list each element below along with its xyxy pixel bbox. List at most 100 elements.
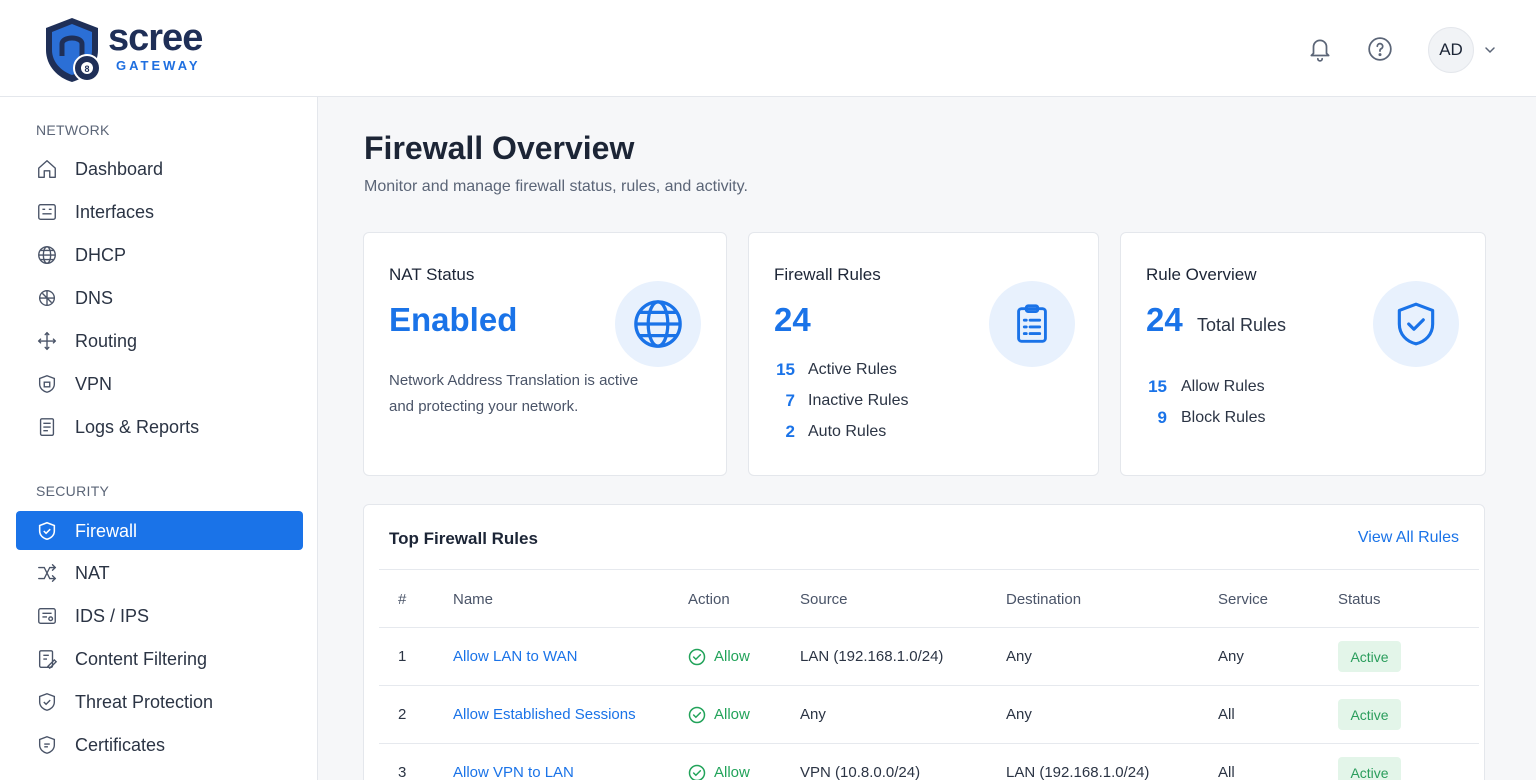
column-header-name[interactable]: Name	[453, 591, 493, 608]
column-header-source[interactable]: Source	[800, 591, 848, 608]
auto-rules-label: Auto Rules	[808, 423, 887, 440]
action-allow: Allow	[714, 764, 750, 780]
status-badge: Active	[1338, 641, 1401, 672]
sidebar-item-dhcp[interactable]: DHCP	[16, 235, 303, 274]
sidebar-item-label: Logs & Reports	[75, 417, 200, 437]
sidebar-item-label: Certificates	[75, 735, 166, 755]
page-subtitle: Monitor and manage firewall status, rule…	[364, 178, 748, 195]
rule-source: LAN (192.168.1.0/24)	[800, 648, 944, 665]
column-header-action[interactable]: Action	[688, 591, 730, 608]
check-circle-icon	[688, 706, 706, 724]
rule-service: All	[1218, 764, 1235, 780]
card-title: Firewall Rules	[774, 265, 881, 284]
active-rules-count: 15	[776, 360, 795, 379]
section-label-security: SECURITY	[36, 483, 110, 499]
rule-name-link[interactable]: Allow LAN to WAN	[453, 648, 577, 665]
document-icon	[39, 418, 55, 436]
allow-rules-count: 15	[1148, 377, 1167, 396]
user-avatar[interactable]: AD	[1428, 27, 1474, 73]
action-allow: Allow	[714, 706, 750, 723]
inactive-rules-label: Inactive Rules	[808, 392, 909, 409]
card-title: NAT Status	[389, 265, 475, 284]
sidebar-item-label: Dashboard	[75, 159, 164, 179]
brand-name: scree	[108, 17, 203, 59]
sidebar-item-dns[interactable]: DNS	[16, 278, 303, 317]
clipboard-icon	[1017, 304, 1047, 343]
nat-icon	[38, 564, 57, 582]
block-rules-count: 9	[1157, 408, 1167, 427]
total-rules-label: Total Rules	[1197, 315, 1287, 335]
ids-icon	[38, 607, 56, 625]
sidebar-item-label: Interfaces	[75, 202, 155, 222]
rule-destination: Any	[1006, 706, 1032, 723]
rule-overview-card: Rule Overview 24 Total Rules 15 Allow Ru…	[1120, 232, 1486, 476]
home-icon	[38, 160, 56, 178]
rule-destination: LAN (192.168.1.0/24)	[1006, 764, 1150, 780]
divider	[379, 569, 1479, 570]
sidebar: NETWORK Dashboard Interfaces DHCP DNS Ro…	[0, 97, 318, 780]
sidebar-item-certificates[interactable]: Certificates	[16, 725, 303, 764]
sidebar-item-label: IDS / IPS	[75, 606, 150, 626]
svg-text:8: 8	[84, 64, 89, 74]
top-firewall-rules-card: Top Firewall Rules View All Rules # Name…	[363, 504, 1485, 780]
sidebar-item-label: DHCP	[75, 245, 127, 265]
logo-shield-icon: 8	[46, 18, 101, 82]
column-header-number[interactable]: #	[398, 591, 406, 608]
sidebar-item-logs-reports[interactable]: Logs & Reports	[16, 407, 303, 446]
sidebar-item-firewall[interactable]: Firewall	[16, 511, 303, 550]
shield-check-icon	[38, 693, 56, 711]
help-icon[interactable]	[1367, 36, 1393, 62]
clipboard-icon-bubble	[989, 281, 1075, 367]
row-number: 1	[398, 648, 407, 665]
sidebar-item-dashboard[interactable]: Dashboard	[16, 149, 303, 188]
bell-icon[interactable]	[1307, 36, 1333, 62]
sidebar-item-vpn[interactable]: VPN	[16, 364, 303, 403]
rule-name-link[interactable]: Allow VPN to LAN	[453, 764, 574, 780]
status-badge: Active	[1338, 757, 1401, 780]
sidebar-item-content-filtering[interactable]: Content Filtering	[16, 639, 303, 678]
rule-source: Any	[800, 706, 826, 723]
column-header-service[interactable]: Service	[1218, 591, 1268, 608]
sidebar-item-label: DNS	[75, 288, 114, 308]
inactive-rules-count: 7	[785, 391, 795, 410]
view-all-rules-link[interactable]: View All Rules	[1358, 529, 1459, 547]
sidebar-item-label: VPN	[75, 374, 113, 394]
interfaces-icon	[38, 203, 56, 221]
status-badge: Active	[1338, 699, 1401, 730]
divider	[379, 743, 1479, 744]
rule-name-link[interactable]: Allow Established Sessions	[453, 706, 636, 723]
routing-icon	[37, 331, 57, 351]
section-label-network: NETWORK	[36, 122, 110, 138]
row-number: 2	[398, 706, 407, 723]
nat-description-line2: and protecting your network.	[389, 398, 579, 415]
rule-service: Any	[1218, 648, 1244, 665]
firewall-rules-card: Firewall Rules 24 15 Active Rules 7 Inac…	[748, 232, 1099, 476]
allow-rules-label: Allow Rules	[1181, 378, 1265, 395]
globe-icon	[38, 246, 56, 264]
row-number: 3	[398, 764, 407, 780]
certificate-icon	[38, 736, 56, 754]
rule-source: VPN (10.8.0.0/24)	[800, 764, 921, 780]
chevron-down-icon[interactable]	[1482, 42, 1498, 58]
sidebar-item-routing[interactable]: Routing	[16, 321, 303, 360]
sidebar-item-nat[interactable]: NAT	[16, 553, 303, 592]
column-header-destination[interactable]: Destination	[1006, 591, 1081, 608]
check-circle-icon	[688, 648, 706, 666]
globe-icon-bubble	[615, 281, 701, 367]
sidebar-item-interfaces[interactable]: Interfaces	[16, 192, 303, 231]
nat-description-line1: Network Address Translation is active	[389, 372, 639, 389]
nat-status-value: Enabled	[389, 301, 518, 338]
sidebar-item-threat-protection[interactable]: Threat Protection	[16, 682, 303, 721]
brand-subtitle: GATEWAY	[116, 58, 201, 73]
block-rules-label: Block Rules	[1181, 409, 1266, 426]
sidebar-item-label: Firewall	[75, 521, 138, 541]
card-title: Rule Overview	[1146, 265, 1257, 284]
brand-logo[interactable]: 8 scree GATEWAY	[40, 16, 230, 84]
firewall-rules-count: 24	[774, 301, 811, 338]
column-header-status[interactable]: Status	[1338, 591, 1381, 608]
page-title: Firewall Overview	[364, 130, 635, 166]
sidebar-item-ids-ips[interactable]: IDS / IPS	[16, 596, 303, 635]
sidebar-item-label: NAT	[75, 563, 110, 583]
action-allow: Allow	[714, 648, 750, 665]
globe-icon	[634, 300, 682, 348]
